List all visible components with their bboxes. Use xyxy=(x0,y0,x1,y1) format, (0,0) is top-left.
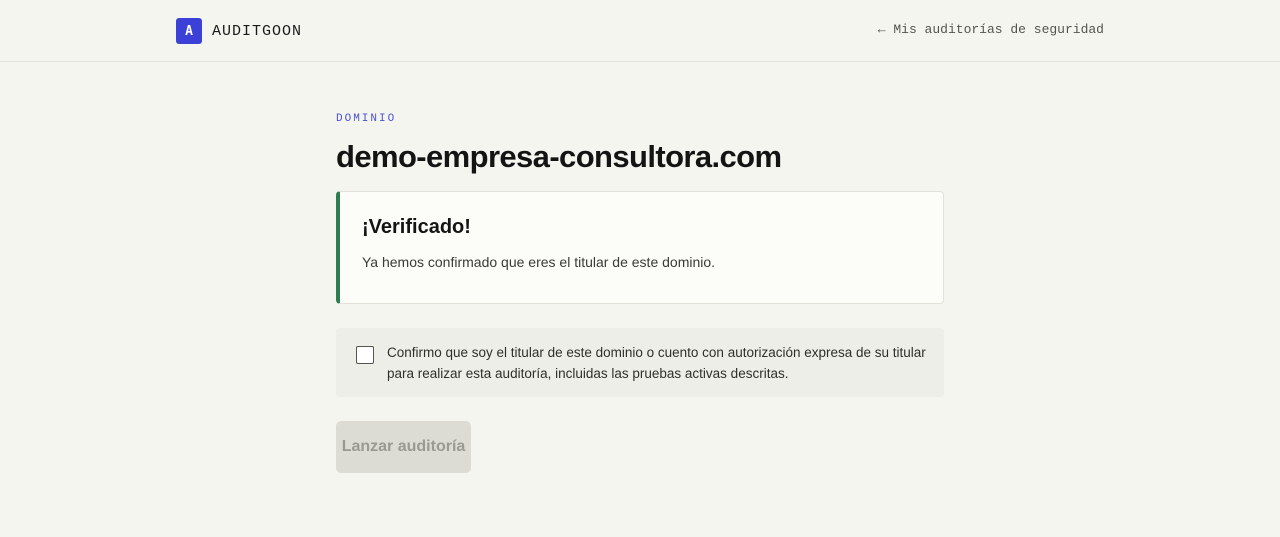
brand-name: AUDITGOON xyxy=(212,22,303,40)
verified-title: ¡Verificado! xyxy=(362,216,471,238)
brand[interactable]: A AUDITGOON xyxy=(176,18,302,44)
consent-box: Confirmo que soy el titular de este domi… xyxy=(336,328,944,397)
consent-text[interactable]: Confirmo que soy el titular de este domi… xyxy=(387,342,927,384)
domain-eyebrow-label: DOMINIO xyxy=(336,113,397,125)
domain-title: demo-empresa-consultora.com xyxy=(336,139,782,174)
top-bar: A AUDITGOON ← Mis auditorías de segurida… xyxy=(0,0,1280,62)
back-to-audits-link[interactable]: ← Mis auditorías de seguridad xyxy=(878,22,1104,37)
launch-audit-button[interactable]: Lanzar auditoría xyxy=(336,421,471,473)
logo-icon: A xyxy=(176,18,202,44)
verified-card: ¡Verificado! Ya hemos confirmado que ere… xyxy=(336,191,944,304)
verified-message: Ya hemos confirmado que eres el titular … xyxy=(362,254,716,270)
consent-checkbox[interactable] xyxy=(356,346,374,364)
